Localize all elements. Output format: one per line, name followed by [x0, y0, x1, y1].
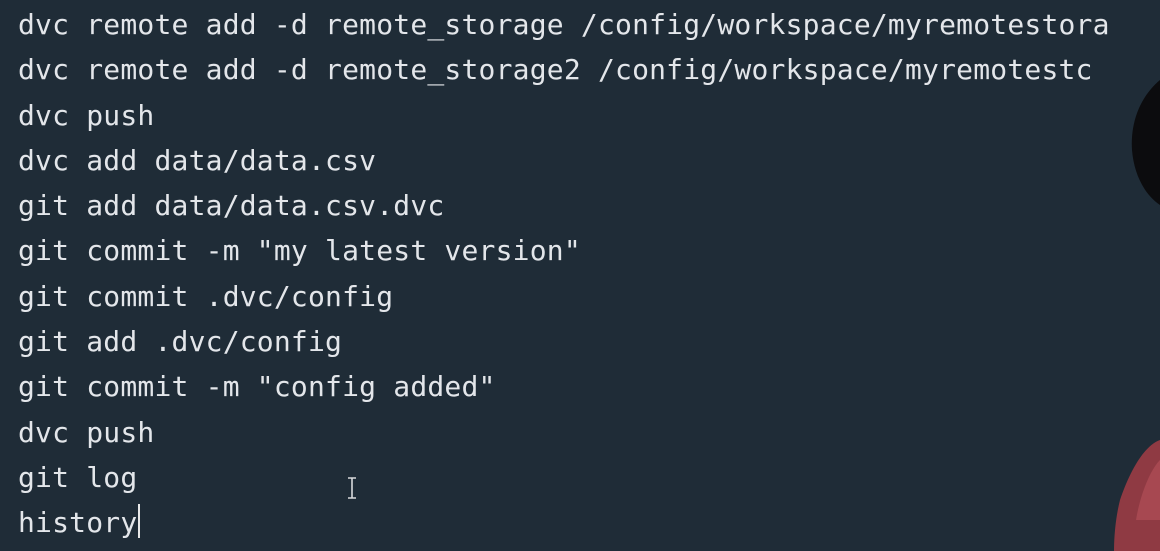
history-line: dvc push [18, 98, 155, 132]
history-line: dvc remote add -d remote_storage2 /confi… [18, 53, 1093, 87]
history-line: dvc remote add -d remote_storage /config… [18, 8, 1110, 41]
history-line: git log [18, 460, 138, 494]
command-input[interactable]: history [18, 506, 137, 539]
history-line: git commit -m "config added" [18, 370, 496, 404]
terminal-output: dvc remote add -d remote_storage /config… [18, 0, 1160, 544]
history-line: git add data/data.csv.dvc [18, 189, 445, 223]
history-line: git commit .dvc/config [18, 279, 394, 313]
history-line: git add .dvc/config [18, 325, 343, 359]
history-line: dvc push [18, 415, 155, 449]
ibeam-cursor-icon [348, 477, 356, 499]
history-line: dvc add data/data.csv [18, 143, 377, 177]
presenter-video-overlay [1114, 80, 1160, 551]
history-line: git commit -m "my latest version" [18, 234, 581, 268]
text-cursor [138, 504, 141, 539]
terminal-window[interactable]: dvc remote add -d remote_storage /config… [0, 0, 1160, 551]
command-input-line[interactable]: history [18, 498, 1160, 543]
